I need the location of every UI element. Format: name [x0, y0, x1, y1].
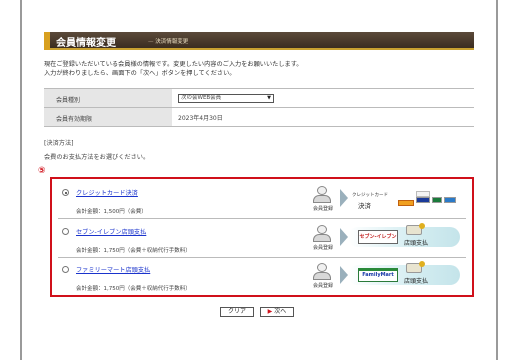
- payment-section-title: [決済方法]: [44, 140, 74, 147]
- credit-card-label: クレジットカード: [352, 193, 388, 198]
- seven-eleven-store-pay: 店頭支払: [404, 240, 429, 247]
- seven-eleven-amount: 会計金額：1,750円（会費＋収納代行手数料）: [76, 248, 191, 254]
- member-registration-label: 会員登録: [312, 283, 333, 289]
- member-type-select[interactable]: 次の会WEB会員 ▼: [178, 94, 274, 103]
- flow-arrow-icon: [340, 189, 348, 207]
- member-type-value-cell: 次の会WEB会員 ▼: [172, 89, 474, 107]
- chevron-down-icon: ▼: [267, 95, 271, 101]
- credit-card-zone: クレジットカード 決済: [350, 186, 462, 214]
- credit-link[interactable]: クレジットカード決済: [76, 188, 138, 197]
- credit-radio[interactable]: [62, 189, 69, 196]
- cash-register-icon: [406, 261, 425, 273]
- intro-line-1: 現在ご登録いただいている会員様の情報です。変更したい内容のご入力をお願いいたしま…: [44, 61, 303, 68]
- info-row-expiry: 会員有効期限 2023年4月30日: [44, 108, 474, 127]
- payment-option-credit: クレジットカード決済 会計金額：1,500円（会費） 会員登録 クレジットカード…: [58, 183, 466, 219]
- page-title: 会員情報変更: [56, 38, 116, 49]
- seven-eleven-radio[interactable]: [62, 228, 69, 235]
- expiry-value: 2023年4月30日: [178, 115, 223, 122]
- jcb-logo-icon: [432, 197, 442, 203]
- person-head: [317, 225, 327, 234]
- expiry-label: 会員有効期限: [44, 108, 172, 126]
- person-body: [313, 195, 331, 203]
- cash-register-icon: [406, 223, 425, 235]
- next-button[interactable]: ▶ 次へ: [260, 307, 294, 317]
- person-body: [313, 272, 331, 280]
- intro-text: 現在ご登録いただいている会員様の情報です。変更したい内容のご入力をお願いいたしま…: [44, 60, 474, 78]
- familymart-store-pay: 店頭支払: [404, 278, 429, 285]
- seven-eleven-link[interactable]: セブン-イレブン店頭支払: [76, 227, 146, 236]
- next-button-label: 次へ: [274, 308, 287, 315]
- intro-line-2: 入力が終わりましたら、画面下の「次へ」ボタンを押してください。: [44, 70, 236, 77]
- credit-amount: 会計金額：1,500円（会費）: [76, 209, 147, 215]
- member-type-label: 会員種別: [44, 89, 172, 107]
- mastercard-logo-icon: [398, 200, 414, 206]
- payment-options-box: クレジットカード決済 会計金額：1,500円（会費） 会員登録 クレジットカード…: [50, 177, 474, 297]
- member-registration-label: 会員登録: [312, 206, 333, 212]
- page-header: 会員情報変更 決済情報変更: [44, 32, 474, 50]
- member-registration-label: 会員登録: [312, 245, 333, 251]
- coin-icon: [419, 223, 425, 229]
- right-border: [496, 0, 498, 360]
- header-accent: [44, 32, 50, 50]
- step-marker: ⑤: [38, 166, 46, 176]
- info-row-member-type: 会員種別 次の会WEB会員 ▼: [44, 89, 474, 108]
- payment-option-seven-eleven: セブン-イレブン店頭支払 会計金額：1,750円（会費＋収納代行手数料） 会員登…: [58, 222, 466, 258]
- member-info-table: 会員種別 次の会WEB会員 ▼ 会員有効期限 2023年4月30日: [44, 88, 474, 127]
- payment-option-familymart: ファミリーマート店頭支払 会計金額：1,750円（会費＋収納代行手数料） 会員登…: [58, 260, 466, 296]
- page-subtitle: 決済情報変更: [148, 37, 188, 45]
- arrow-right-icon: ▶: [267, 308, 273, 315]
- credit-kessai-label: 決済: [358, 202, 371, 210]
- card-brand-logos: [396, 191, 458, 209]
- familymart-radio[interactable]: [62, 266, 69, 273]
- familymart-link[interactable]: ファミリーマート店頭支払: [76, 265, 150, 274]
- familymart-logo: FamilyMart: [358, 268, 398, 282]
- person-body: [313, 234, 331, 242]
- amex-logo-icon: [444, 197, 456, 203]
- person-head: [317, 263, 327, 272]
- payment-section-description: 会費のお支払方法をお選びください。: [44, 154, 150, 161]
- flow-arrow-icon: [340, 228, 348, 246]
- clear-button[interactable]: クリア: [220, 307, 254, 317]
- member-type-selected: 次の会WEB会員: [181, 95, 222, 101]
- person-head: [317, 186, 327, 195]
- left-border: [20, 0, 22, 360]
- flow-arrow-icon: [340, 266, 348, 284]
- coin-icon: [419, 261, 425, 267]
- seven-eleven-logo: セブン-イレブン: [358, 230, 398, 244]
- familymart-amount: 会計金額：1,750円（会費＋収納代行手数料）: [76, 286, 191, 292]
- visa-logo-icon: [416, 197, 430, 203]
